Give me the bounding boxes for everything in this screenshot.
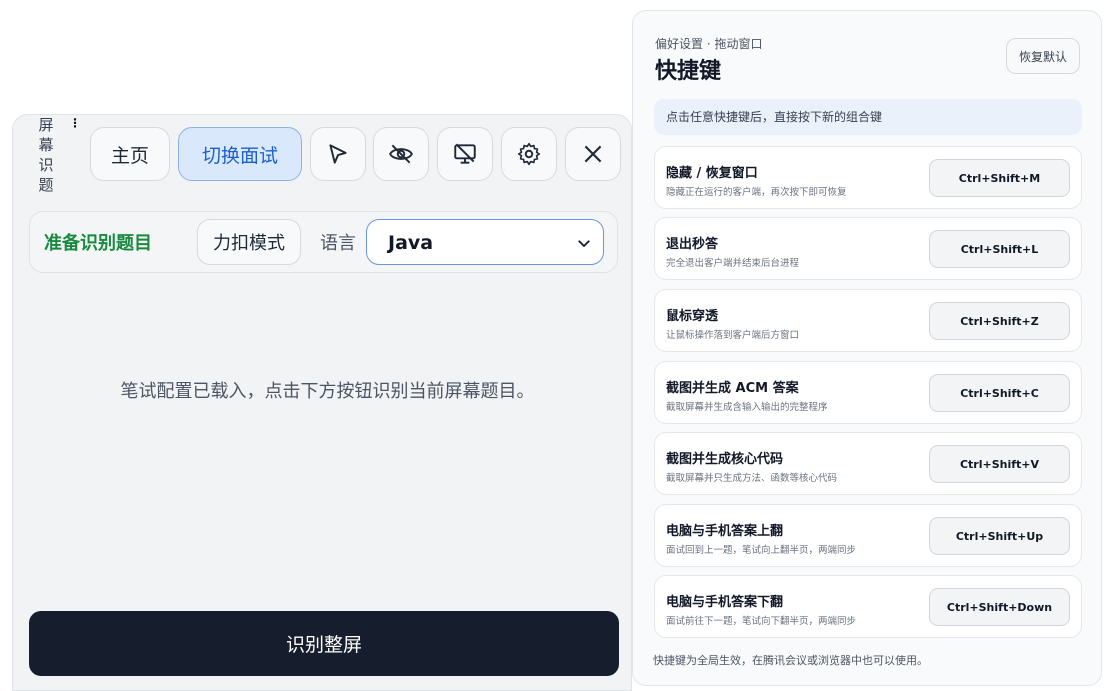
panel-subtitle[interactable]: 偏好设置 · 拖动窗口 [655,35,762,52]
mode-row: 准备识别题目 力扣模式 语言 Java [29,211,618,273]
shortcut-desc: 让鼠标操作落到客户端后方窗口 [666,330,800,341]
shortcut-name: 鼠标穿透 [666,309,719,324]
shortcut-key-button[interactable]: Ctrl+Shift+Down [929,588,1070,626]
shortcut-card-core-code: 截图并生成核心代码 截取屏幕并只生成方法、函数等核心代码 Ctrl+Shift+… [654,432,1082,495]
eye-off-icon [389,144,413,164]
shortcut-key-button[interactable]: Ctrl+Shift+M [929,159,1070,197]
panel-footer: 快捷键为全局生效，在腾讯会议或浏览器中也可以使用。 [653,654,928,667]
drag-handle-icon[interactable]: ⋮ [69,117,81,129]
chevron-down-icon [578,240,590,247]
shortcut-name: 退出秒答 [666,237,719,252]
shortcut-desc: 面试前往下一题，笔试向下翻半页，两端同步 [666,616,857,627]
shortcut-name: 截图并生成核心代码 [666,452,784,467]
screen-share-off-button[interactable] [437,127,493,181]
shortcut-card-toggle-window: 隐藏 / 恢复窗口 隐藏正在运行的客户端，再次按下即可恢复 Ctrl+Shift… [654,146,1082,209]
shortcut-key-button[interactable]: Ctrl+Shift+Up [929,517,1070,555]
monitor-off-icon [454,143,476,164]
language-value: Java [388,232,434,254]
language-select[interactable]: Java [366,219,604,265]
shortcut-card-acm-answer: 截图并生成 ACM 答案 截取屏幕并生成含输入输出的完整程序 Ctrl+Shif… [654,361,1082,424]
hint-text: 笔试配置已载入，点击下方按钮识别当前屏幕题目。 [120,381,535,402]
pointer-icon [329,144,347,164]
shortcut-name: 截图并生成 ACM 答案 [666,381,799,396]
shortcut-desc: 截取屏幕并只生成方法、函数等核心代码 [666,473,838,484]
leetcode-mode-button[interactable]: 力扣模式 [197,219,301,265]
shortcut-card-click-through: 鼠标穿透 让鼠标操作落到客户端后方窗口 Ctrl+Shift+Z [654,289,1082,352]
notice-banner: 点击任意快捷键后，直接按下新的组合键 [654,99,1082,135]
reset-defaults-label: 恢复默认 [1018,49,1067,64]
shortcut-card-page-down: 电脑与手机答案下翻 面试前往下一题，笔试向下翻半页，两端同步 Ctrl+Shif… [654,575,1082,638]
shortcut-key-button[interactable]: Ctrl+Shift+L [929,230,1070,268]
shortcut-desc: 完全退出客户端并结束后台进程 [666,258,800,269]
main-window: 屏 幕 识 题 ⋮ 主页 切换面试 准备识别题目 力扣模式 语言 Java 笔试… [12,114,632,691]
home-button[interactable]: 主页 [90,127,170,181]
shortcut-key-button[interactable]: Ctrl+Shift+C [929,374,1070,412]
close-icon [584,145,602,163]
settings-button[interactable] [501,127,557,181]
shortcut-desc: 隐藏正在运行的客户端，再次按下即可恢复 [666,187,847,198]
leetcode-mode-label: 力扣模式 [213,233,285,254]
switch-interview-label: 切换面试 [201,144,278,167]
home-button-label: 主页 [110,144,149,167]
brand-char: 屏 [38,116,54,134]
close-button[interactable] [565,127,621,181]
shortcut-desc: 截取屏幕并生成含输入输出的完整程序 [666,402,828,413]
app-brand-vertical: 屏 幕 识 题 [37,115,55,195]
gear-icon [517,142,541,166]
shortcut-name: 隐藏 / 恢复窗口 [666,166,758,181]
shortcut-key-button[interactable]: Ctrl+Shift+Z [929,302,1070,340]
brand-char: 题 [38,176,54,194]
shortcut-card-page-up: 电脑与手机答案上翻 面试回到上一题，笔试向上翻半页，两端同步 Ctrl+Shif… [654,504,1082,567]
reset-defaults-button[interactable]: 恢复默认 [1006,38,1080,74]
shortcut-name: 电脑与手机答案上翻 [666,524,784,539]
pointer-button[interactable] [310,127,366,181]
language-label: 语言 [320,233,356,254]
shortcut-desc: 面试回到上一题，笔试向上翻半页，两端同步 [666,545,857,556]
panel-title: 快捷键 [655,59,722,84]
scan-screen-label: 识别整屏 [285,634,362,656]
brand-char: 识 [38,156,54,174]
status-text: 准备识别题目 [44,233,152,254]
scan-screen-button[interactable]: 识别整屏 [29,611,619,676]
shortcut-key-button[interactable]: Ctrl+Shift+V [929,445,1070,483]
shortcut-settings-panel: 偏好设置 · 拖动窗口 快捷键 恢复默认 点击任意快捷键后，直接按下新的组合键 … [632,10,1102,686]
shortcut-card-exit: 退出秒答 完全退出客户端并结束后台进程 Ctrl+Shift+L [654,217,1082,280]
shortcut-name: 电脑与手机答案下翻 [666,595,784,610]
switch-interview-button[interactable]: 切换面试 [178,127,302,181]
brand-char: 幕 [38,136,54,154]
hide-button[interactable] [373,127,429,181]
